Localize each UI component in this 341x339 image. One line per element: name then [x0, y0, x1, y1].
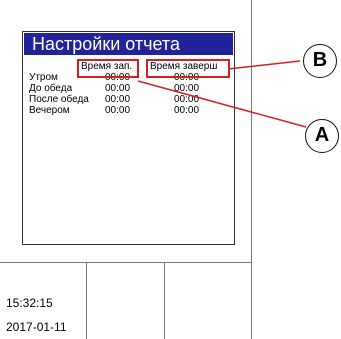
leader-line-a [137, 80, 307, 128]
callout-leader-lines [137, 60, 307, 128]
callout-a: A [305, 119, 339, 153]
leader-line-b [227, 60, 301, 70]
highlight-box-end-time [146, 59, 230, 78]
highlight-box-start-time [77, 59, 139, 78]
callout-b: B [303, 44, 337, 78]
